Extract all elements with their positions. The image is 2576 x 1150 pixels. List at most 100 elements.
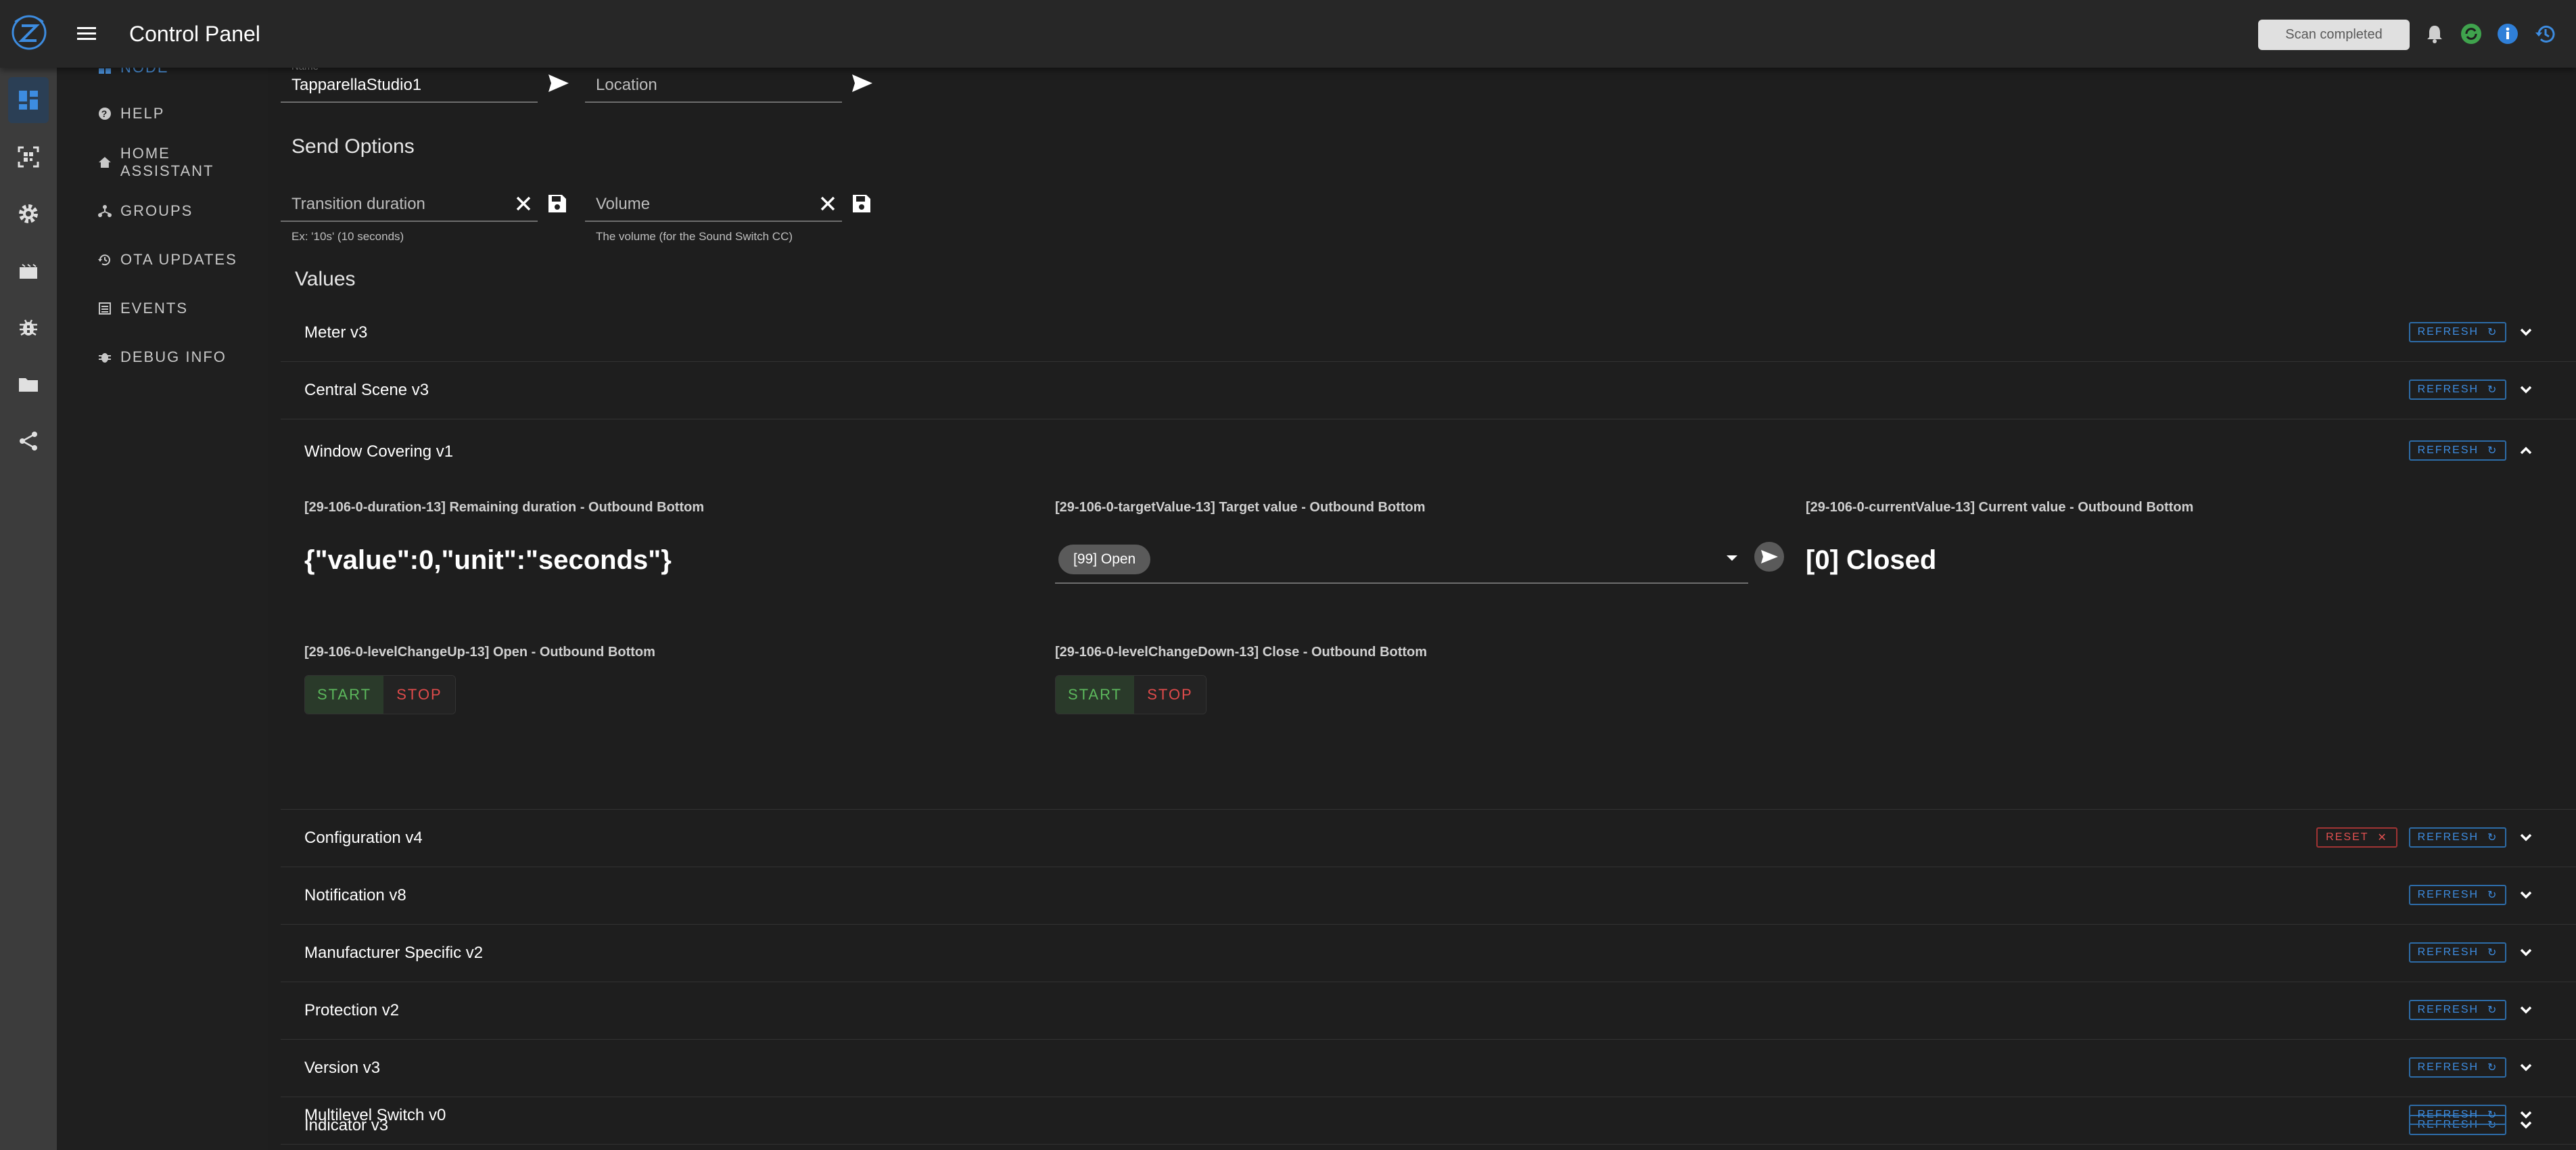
target-select[interactable] [1055, 539, 1748, 584]
volume-field[interactable]: Volume [585, 187, 842, 222]
panel-title: Meter v3 [304, 323, 368, 342]
bell-icon[interactable] [2422, 22, 2447, 46]
menu-icon[interactable] [73, 20, 100, 47]
nav-item-debug-info[interactable]: DEBUG INFO [97, 344, 227, 371]
history-icon[interactable] [2533, 22, 2558, 46]
duration-label: [29-106-0-duration-13] Remaining duratio… [304, 500, 705, 515]
clear-volume-icon[interactable] [815, 191, 841, 216]
rail-network[interactable] [8, 418, 49, 464]
level-up-buttons: START STOP [304, 675, 456, 714]
rail-store[interactable] [8, 248, 49, 294]
store-icon [20, 264, 37, 279]
name-field[interactable]: Name TapparellaStudio1 [281, 61, 538, 103]
save-volume-icon[interactable] [849, 191, 874, 216]
dashboard-icon [19, 91, 38, 110]
panel-protection[interactable]: Protection v2 REFRESH ↻ [281, 982, 2576, 1040]
panel-title: Protection v2 [304, 1001, 400, 1019]
chevron-up-icon[interactable] [2516, 441, 2535, 460]
send-target-icon[interactable] [1754, 541, 1785, 572]
panel-central-scene[interactable]: Central Scene v3 REFRESH ↻ [281, 362, 2576, 419]
panel-configuration[interactable]: Configuration v4 RESET ✕ REFRESH ↻ [281, 810, 2576, 867]
nav-item-ota-updates[interactable]: OTA UPDATES [97, 246, 237, 273]
current-value: [0] Closed [1806, 545, 1937, 575]
panel-title: Notification v8 [304, 886, 406, 904]
panel-title: Window Covering v1 [304, 442, 454, 461]
duration-value: {"value":0,"unit":"seconds"} [304, 545, 672, 575]
send-options-title: Send Options [291, 135, 415, 158]
nav-rail [0, 68, 57, 1150]
stop-button[interactable]: STOP [383, 676, 455, 714]
refresh-button[interactable]: REFRESH ↻ [2409, 440, 2506, 461]
rail-settings[interactable] [8, 191, 49, 237]
nav-item-label: EVENTS [120, 300, 189, 317]
panel-manufacturer-specific[interactable]: Manufacturer Specific v2 REFRESH ↻ [281, 925, 2576, 982]
start-button[interactable]: START [305, 676, 383, 714]
target-chip[interactable]: [99] Open [1058, 545, 1151, 574]
send-name-icon[interactable] [546, 70, 571, 96]
level-up-label: [29-106-0-levelChangeUp-13] Open - Outbo… [304, 645, 655, 660]
page-title: Control Panel [129, 22, 260, 46]
refresh-button[interactable]: REFRESH ↻ [2409, 1105, 2506, 1125]
chevron-down-icon[interactable] [2516, 828, 2535, 847]
ota-icon [98, 254, 110, 266]
send-location-icon[interactable] [849, 70, 875, 96]
nav-item-events[interactable]: EVENTS [97, 295, 188, 322]
refresh-button[interactable]: REFRESH ↻ [2409, 885, 2506, 905]
bug-icon [99, 353, 111, 363]
refresh-button[interactable]: REFRESH ↻ [2409, 827, 2506, 848]
volume-hint: The volume (for the Sound Switch CC) [596, 230, 793, 243]
location-field[interactable]: Location [585, 68, 842, 103]
chevron-down-icon[interactable] [2516, 1058, 2535, 1077]
groups-icon [98, 205, 112, 217]
home-icon [98, 157, 111, 168]
debug-icon [20, 319, 37, 336]
current-label: [29-106-0-currentValue-13] Current value… [1806, 500, 2194, 515]
values-title: Values [295, 268, 356, 290]
refresh-button[interactable]: REFRESH ↻ [2409, 1057, 2506, 1078]
panel-notification[interactable]: Notification v8 REFRESH ↻ [281, 867, 2576, 925]
zwave-logo-icon[interactable] [9, 8, 49, 57]
settings-icon [19, 204, 38, 223]
clear-transition-icon[interactable] [511, 191, 536, 216]
dropdown-arrow-icon[interactable] [1725, 554, 1739, 562]
main-content: Name TapparellaStudio1 Location Send Opt… [281, 61, 2576, 1150]
nav-item-groups[interactable]: GROUPS [97, 198, 193, 225]
refresh-button[interactable]: REFRESH ↻ [2409, 322, 2506, 342]
chevron-down-icon[interactable] [2516, 380, 2535, 399]
panel-title: Multilevel Switch v0 [304, 1106, 446, 1124]
stop-button[interactable]: STOP [1134, 676, 1206, 714]
events-icon [99, 302, 111, 315]
rail-scan[interactable] [8, 134, 49, 180]
chevron-down-icon[interactable] [2516, 943, 2535, 962]
info-icon[interactable] [2496, 22, 2520, 46]
refresh-button[interactable]: REFRESH ↻ [2409, 1000, 2506, 1020]
level-down-label: [29-106-0-levelChangeDown-13] Close - Ou… [1055, 645, 1428, 660]
panel-window-covering[interactable]: Window Covering v1 REFRESH ↻ [29-106-0-d… [281, 419, 2576, 810]
svg-text:?: ? [101, 108, 109, 119]
refresh-button[interactable]: REFRESH ↻ [2409, 380, 2506, 400]
chevron-down-icon[interactable] [2516, 1001, 2535, 1019]
panel-title: Manufacturer Specific v2 [304, 944, 484, 962]
rail-debug[interactable] [8, 304, 49, 350]
nav-item-home-assistant[interactable]: HOME ASSISTANT [97, 145, 268, 179]
refresh-button[interactable]: REFRESH ↻ [2409, 942, 2506, 963]
panel-multilevel-switch[interactable]: Multilevel Switch v0 REFRESH ↻ [281, 1087, 2576, 1145]
panel-title: Configuration v4 [304, 829, 423, 847]
volume-placeholder: Volume [596, 195, 651, 213]
panel-meter[interactable]: Meter v3 REFRESH ↻ [281, 304, 2576, 362]
nav-item-help[interactable]: ? HELP [97, 100, 164, 127]
app-bar: Control Panel Scan completed [0, 0, 2576, 68]
nav-item-label: HOME ASSISTANT [120, 145, 214, 179]
rail-dashboard[interactable] [8, 77, 49, 123]
transition-duration-field[interactable]: Transition duration [281, 187, 538, 222]
reset-button[interactable]: RESET ✕ [2316, 827, 2397, 848]
target-label: [29-106-0-targetValue-13] Target value -… [1055, 500, 1426, 515]
chevron-down-icon[interactable] [2516, 886, 2535, 904]
rail-files[interactable] [8, 361, 49, 407]
chevron-down-icon[interactable] [2516, 323, 2535, 342]
sync-icon[interactable] [2459, 22, 2483, 46]
start-button[interactable]: START [1056, 676, 1134, 714]
save-transition-icon[interactable] [544, 191, 570, 216]
nav-item-label: OTA UPDATES [120, 251, 237, 268]
chevron-down-icon[interactable] [2516, 1105, 2535, 1124]
